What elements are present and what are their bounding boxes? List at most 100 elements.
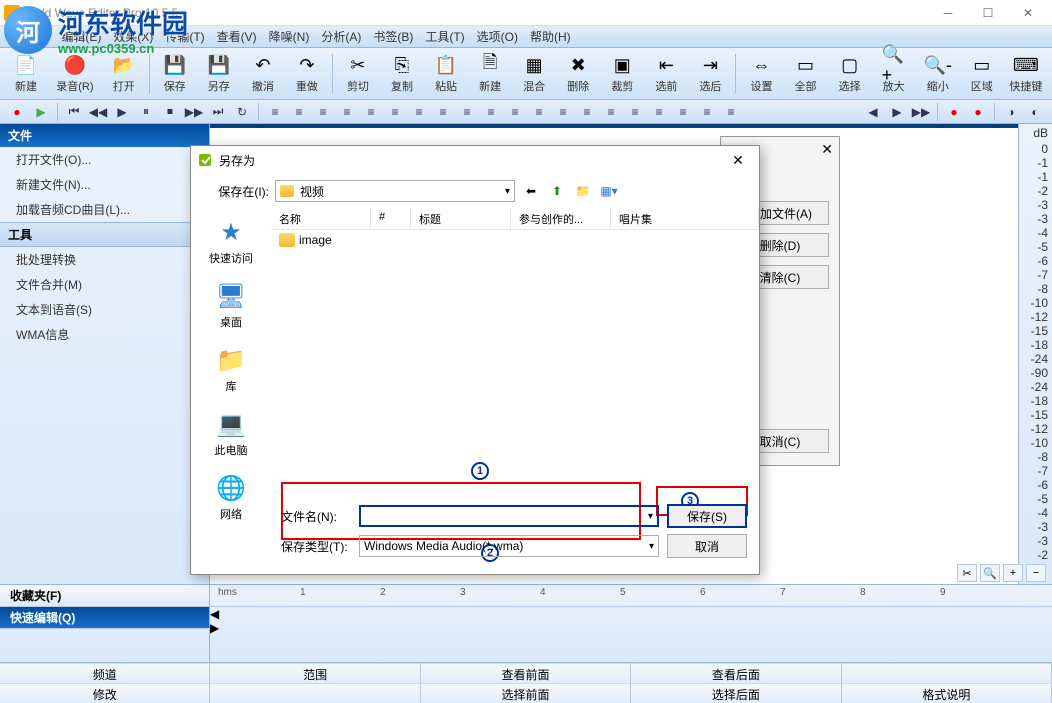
toolbar-打开[interactable]: 📂打开 [102, 50, 146, 98]
toolbar-区域[interactable]: ▭区域 [960, 50, 1004, 98]
play-icon[interactable]: ▶ [30, 102, 52, 122]
menu-help[interactable]: 帮助(H) [524, 26, 577, 47]
wave-tool-icon[interactable]: ≡ [264, 102, 286, 122]
toolbar-另存[interactable]: 💾另存 [197, 50, 241, 98]
menu-noise[interactable]: 降噪(N) [263, 26, 316, 47]
status-modify[interactable]: 修改 [0, 683, 210, 703]
timeline-scroll-left[interactable]: ◀ [210, 607, 1052, 621]
filetype-dropdown[interactable]: Windows Media Audio(*.wma) ▾ [359, 535, 659, 557]
rec-dot-icon[interactable]: ● [6, 102, 28, 122]
place-此电脑[interactable]: 💻此电脑 [215, 408, 248, 458]
toolbar-重做[interactable]: ↷重做 [285, 50, 329, 98]
toolbar-快捷键[interactable]: ⌨快捷键 [1004, 50, 1048, 98]
view-menu-icon[interactable]: ▦▾ [599, 181, 619, 201]
toolbar-全部[interactable]: ▭全部 [783, 50, 827, 98]
status-view-front[interactable]: 查看前面 [421, 663, 631, 683]
ff-right-icon[interactable]: ▶▶ [183, 102, 205, 122]
col-num[interactable]: # [371, 208, 411, 229]
back-icon[interactable]: ⬅ [521, 181, 541, 201]
play2-icon[interactable]: ▶ [111, 102, 133, 122]
wave-tool-icon[interactable]: ≡ [696, 102, 718, 122]
wave-tool-icon[interactable]: ≡ [600, 102, 622, 122]
timeline[interactable]: hms 1 2 3 4 5 6 7 8 9 [210, 585, 1052, 607]
wave-tool-icon[interactable]: ≡ [408, 102, 430, 122]
place-库[interactable]: 📁库 [215, 344, 247, 394]
status-format[interactable]: 格式说明 [842, 683, 1052, 703]
menu-option[interactable]: 选项(O) [471, 26, 524, 47]
new-folder-icon[interactable]: 📁 [573, 181, 593, 201]
marker-red-icon[interactable]: ● [943, 102, 965, 122]
col-album[interactable]: 唱片集 [611, 208, 759, 229]
wave-tool-icon[interactable]: ≡ [672, 102, 694, 122]
zoom-in-small-icon[interactable]: + [1003, 564, 1023, 582]
save-button[interactable]: 保存(S) [667, 504, 747, 528]
sidebar-wma[interactable]: WMA信息 [0, 322, 209, 347]
tab-quickedit[interactable]: 快速编辑(Q) [0, 607, 209, 629]
toolbar-缩小[interactable]: 🔍-缩小 [916, 50, 960, 98]
toolbar-裁剪[interactable]: ▣裁剪 [600, 50, 644, 98]
col-artist[interactable]: 参与创作的... [511, 208, 611, 229]
up-folder-icon[interactable]: ⬆ [547, 181, 567, 201]
status-view-back[interactable]: 查看后面 [631, 663, 841, 683]
wave-tool-icon[interactable]: ≡ [312, 102, 334, 122]
wave-tool-icon[interactable]: ≡ [480, 102, 502, 122]
menu-tool[interactable]: 工具(T) [419, 26, 470, 47]
toolbar-新建[interactable]: 🗎新建 [468, 50, 512, 98]
menu-bookmark[interactable]: 书签(B) [367, 26, 419, 47]
toolbar-选后[interactable]: ⇥选后 [688, 50, 732, 98]
pause-icon[interactable]: ⏸ [135, 102, 157, 122]
place-网络[interactable]: 🌐网络 [215, 472, 247, 522]
wave-tool-icon[interactable]: ≡ [528, 102, 550, 122]
col-title[interactable]: 标题 [411, 208, 511, 229]
cancel-button[interactable]: 取消 [667, 534, 747, 558]
transport-prev-icon[interactable]: ◀ [862, 102, 884, 122]
file-list[interactable]: 名称 # 标题 参与创作的... 唱片集 image [271, 208, 759, 508]
toolbar-删除[interactable]: ✖删除 [556, 50, 600, 98]
sidebar-tts[interactable]: 文本到语音(S) [0, 297, 209, 322]
sidebar-batch[interactable]: 批处理转换 [0, 247, 209, 272]
toolbar-设置[interactable]: ⇔设置 [739, 50, 783, 98]
tab-favorites[interactable]: 收藏夹(F) [0, 585, 209, 607]
toolbar-剪切[interactable]: ✂剪切 [336, 50, 380, 98]
toolbar-选择[interactable]: ▢选择 [828, 50, 872, 98]
place-桌面[interactable]: 🖥桌面 [215, 280, 247, 330]
toolbar-选前[interactable]: ⇤选前 [644, 50, 688, 98]
wave-tool-icon[interactable]: ≡ [552, 102, 574, 122]
wave-tool-icon[interactable]: ≡ [432, 102, 454, 122]
wave-tool-icon[interactable]: ≡ [336, 102, 358, 122]
view-out-icon[interactable]: ◐ [1024, 102, 1046, 122]
menu-edit[interactable]: 编辑(E) [55, 26, 107, 47]
save-dialog-close-icon[interactable]: ✕ [723, 149, 753, 171]
wave-tool-icon[interactable]: ≡ [624, 102, 646, 122]
toolbar-复制[interactable]: ⎘复制 [380, 50, 424, 98]
wave-tool-icon[interactable]: ≡ [288, 102, 310, 122]
status-sel-back[interactable]: 选择后面 [631, 683, 841, 703]
sidebar-open-file[interactable]: 打开文件(O)... [0, 147, 209, 172]
sidebar-load-cd[interactable]: 加载音频CD曲目(L)... [0, 197, 209, 222]
zoom-out-small-icon[interactable]: − [1026, 564, 1046, 582]
sidebar-merge[interactable]: 文件合并(M) [0, 272, 209, 297]
menu-file[interactable]: 文件(F) [4, 26, 55, 47]
wave-tool-icon[interactable]: ≡ [384, 102, 406, 122]
place-快速访问[interactable]: ★快速访问 [209, 216, 253, 266]
wave-tool-icon[interactable]: ≡ [648, 102, 670, 122]
status-range[interactable]: 范围 [210, 663, 420, 683]
status-channel[interactable]: 频道 [0, 663, 210, 683]
wave-tool-icon[interactable]: ≡ [504, 102, 526, 122]
wave-tool-icon[interactable]: ≡ [720, 102, 742, 122]
toolbar-撤消[interactable]: ↶撤消 [241, 50, 285, 98]
menu-analyze[interactable]: 分析(A) [315, 26, 367, 47]
transport-play-icon[interactable]: ▶ [886, 102, 908, 122]
wave-tool-icon[interactable]: ≡ [576, 102, 598, 122]
maximize-button[interactable]: ☐ [968, 1, 1008, 25]
menu-transport[interactable]: 传输(T) [159, 26, 210, 47]
view-in-icon[interactable]: ◑ [1000, 102, 1022, 122]
ff-left-icon[interactable]: ◀◀ [87, 102, 109, 122]
toolbar-混合[interactable]: ▦混合 [512, 50, 556, 98]
toolbar-新建[interactable]: 📄新建 [4, 50, 48, 98]
menu-effect[interactable]: 效果(X) [107, 26, 159, 47]
filename-input[interactable]: ▾ [359, 505, 659, 527]
toolbar-放大[interactable]: 🔍+放大 [872, 50, 916, 98]
close-button[interactable]: ✕ [1008, 1, 1048, 25]
loop-icon[interactable]: ↻ [231, 102, 253, 122]
